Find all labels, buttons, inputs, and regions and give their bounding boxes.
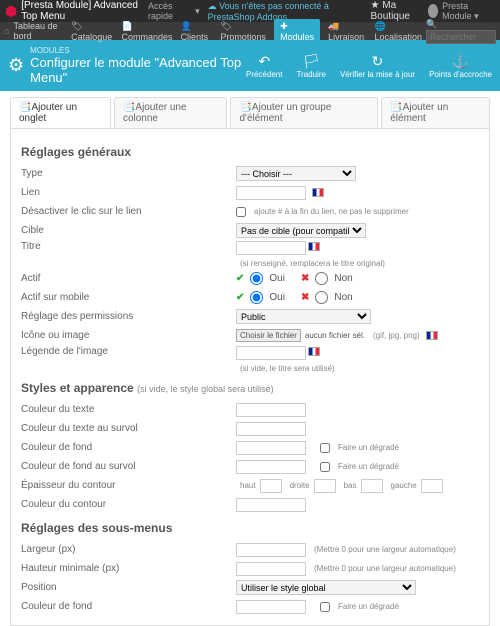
position-select[interactable]: Utiliser le style global (236, 580, 416, 595)
height-label: Hauteur minimale (px) (21, 563, 236, 574)
file-button[interactable]: Choisir le fichier (236, 329, 301, 342)
title-label: Titre (21, 241, 236, 252)
flag-icon[interactable] (426, 331, 438, 340)
active-mobile-yes-radio[interactable] (250, 291, 263, 304)
border-bottom-input[interactable] (361, 479, 383, 493)
text-color-label: Couleur du texte (21, 404, 236, 415)
width-input[interactable] (236, 543, 306, 557)
nav-search[interactable]: 🔍 (426, 19, 496, 44)
active-label: Actif (21, 273, 236, 284)
nav-local[interactable]: 🌐 Localisation (374, 21, 422, 42)
tab-add-group[interactable]: 📑Ajouter un groupe d'élément (230, 97, 378, 128)
icon-label: Icône ou image (21, 330, 236, 341)
nav-modules[interactable]: ✚ Modules (274, 19, 320, 44)
avatar[interactable] (428, 4, 439, 18)
bg-hover-input[interactable] (236, 460, 306, 474)
section-submenu: Réglages des sous-menus (21, 521, 479, 535)
disable-hint: ajoute # à la fin du lien, ne pas le sup… (254, 207, 409, 216)
title-hint: (si renseigné, remplacera le titre origi… (240, 259, 385, 268)
gear-icon: ⚙ (8, 55, 24, 76)
text-hover-input[interactable] (236, 422, 306, 436)
nav-promos[interactable]: 🏷 Promotions (220, 21, 266, 42)
section-general: Réglages généraux (21, 145, 479, 159)
text-hover-label: Couleur du texte au survol (21, 423, 236, 434)
link-input[interactable] (236, 186, 306, 200)
flag-icon[interactable] (308, 242, 320, 251)
border-width-label: Épaisseur du contour (21, 480, 236, 491)
update-button[interactable]: ↻Vérifier la mise à jour (340, 53, 415, 79)
bg-input[interactable] (236, 441, 306, 455)
perms-label: Réglage des permissions (21, 311, 236, 322)
bg-hover-label: Couleur de fond au survol (21, 461, 236, 472)
width-label: Largeur (px) (21, 544, 236, 555)
tab-add-element[interactable]: 📑Ajouter un élément (381, 97, 490, 128)
nav-clients[interactable]: 👤 Clients (181, 21, 213, 42)
back-button[interactable]: ↶Précédent (246, 53, 282, 79)
quick-access[interactable]: Accès rapide (148, 1, 187, 21)
border-left-input[interactable] (421, 479, 443, 493)
border-top-input[interactable] (260, 479, 282, 493)
nav-dashboard[interactable]: Tableau de bord (13, 21, 63, 41)
page-title: Configurer le module "Advanced Top Menu" (30, 55, 246, 85)
submenu-bg-label: Couleur de fond (21, 601, 236, 612)
x-icon: ✖ (301, 292, 309, 303)
nav-shipping[interactable]: 🚚 Livraison (328, 21, 366, 42)
border-color-label: Couleur du contour (21, 499, 236, 510)
nav-catalog[interactable]: 🏷 Catalogue (71, 21, 113, 42)
file-status: aucun fichier sél. (305, 331, 365, 340)
height-input[interactable] (236, 562, 306, 576)
flag-icon[interactable] (312, 188, 324, 197)
text-color-input[interactable] (236, 403, 306, 417)
flag-icon[interactable] (308, 347, 320, 356)
section-styles: Styles et apparence (si vide, le style g… (21, 381, 479, 395)
legend-input[interactable] (236, 346, 306, 360)
translate-button[interactable]: 🏳Traduire (296, 53, 326, 79)
link-label: Lien (21, 187, 236, 198)
disable-click-label: Désactiver le clic sur le lien (21, 206, 236, 217)
quick-chevron[interactable]: ▾ (195, 6, 200, 17)
type-select[interactable]: --- Choisir --- (236, 166, 356, 181)
window-title: [Presta Module] Advanced Top Menu (21, 0, 144, 22)
check-icon: ✔ (236, 292, 244, 303)
position-label: Position (21, 582, 236, 593)
active-no-radio[interactable] (315, 272, 328, 285)
target-label: Cible (21, 225, 236, 236)
breadcrumb: MODULES (30, 46, 246, 55)
submenu-bg-input[interactable] (236, 600, 306, 614)
shop-link[interactable]: ★ Ma Boutique (371, 0, 422, 22)
disable-click-checkbox[interactable] (236, 207, 246, 217)
type-label: Type (21, 168, 236, 179)
logo-icon: ⬢ (5, 3, 17, 20)
active-mobile-label: Actif sur mobile (21, 292, 236, 303)
perms-select[interactable]: Public (236, 309, 371, 324)
bg-label: Couleur de fond (21, 442, 236, 453)
submenu-gradient-checkbox[interactable] (320, 602, 330, 612)
border-color-input[interactable] (236, 498, 306, 512)
tab-add-tab[interactable]: 📑Ajouter un onglet (10, 97, 111, 128)
border-right-input[interactable] (314, 479, 336, 493)
active-mobile-no-radio[interactable] (315, 291, 328, 304)
title-input[interactable] (236, 241, 306, 255)
active-yes-radio[interactable] (250, 272, 263, 285)
x-icon: ✖ (301, 273, 309, 284)
bg-hover-gradient-checkbox[interactable] (320, 462, 330, 472)
bg-gradient-checkbox[interactable] (320, 443, 330, 453)
hooks-button[interactable]: ⚓Points d'accroche (429, 53, 492, 79)
tab-add-column[interactable]: 📑Ajouter une colonne (114, 97, 228, 128)
target-select[interactable]: Pas de cible (pour compatibilité W3C) (236, 223, 366, 238)
search-input[interactable] (426, 30, 496, 44)
nav-orders[interactable]: 📄 Commandes (122, 21, 173, 42)
home-icon[interactable]: ⌂ (4, 26, 9, 36)
legend-label: Légende de l'image (21, 346, 236, 357)
check-icon: ✔ (236, 273, 244, 284)
